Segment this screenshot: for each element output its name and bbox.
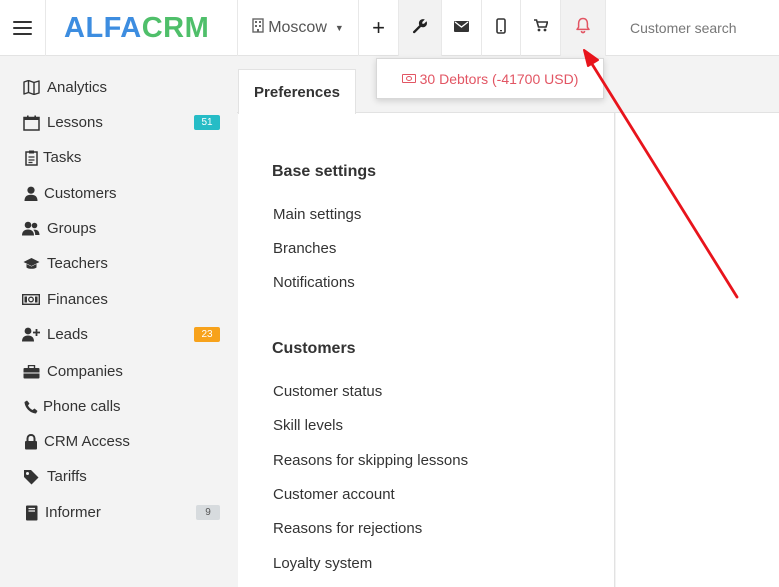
analytics-icon (22, 80, 40, 96)
sidebar-item-crm-access[interactable]: CRM Access (0, 424, 237, 459)
search-placeholder: Customer search (630, 20, 737, 36)
users-icon (22, 221, 40, 237)
top-bar: ALFACRM Moscow ▼ + Customer search (0, 0, 779, 56)
sidebar-item-label: Lessons (47, 114, 103, 131)
sidebar-item-label: CRM Access (44, 433, 130, 450)
plus-icon: + (372, 15, 385, 40)
shopping-cart-icon (533, 19, 549, 37)
user-icon (22, 186, 40, 202)
cart-button[interactable] (520, 0, 560, 56)
sidebar-item-finances[interactable]: Finances (0, 282, 237, 317)
logo-part-alfa: ALFA (64, 12, 142, 44)
right-empty-area (616, 113, 779, 587)
section-title-base-settings: Base settings (272, 163, 377, 180)
sidebar-item-informer[interactable]: Informer 9 (0, 495, 237, 530)
link-notifications[interactable]: Notifications (273, 274, 355, 291)
tag-icon (22, 469, 40, 485)
link-customer-status[interactable]: Customer status (273, 383, 382, 400)
link-main-settings[interactable]: Main settings (273, 206, 361, 223)
sidebar-item-label: Analytics (47, 79, 108, 96)
money-icon (22, 292, 40, 308)
link-loyalty-system[interactable]: Loyalty system (273, 555, 372, 572)
logo[interactable]: ALFACRM (64, 12, 209, 44)
phone-icon (22, 399, 40, 415)
lock-icon (22, 433, 40, 450)
branch-selector[interactable]: Moscow ▼ (237, 0, 358, 56)
envelope-icon (454, 19, 469, 37)
sidebar-item-label: Phone calls (43, 398, 121, 415)
sidebar-item-customers[interactable]: Customers (0, 176, 237, 211)
notifications-button[interactable] (560, 0, 605, 56)
sidebar-item-label: Groups (47, 220, 97, 237)
user-plus-icon (22, 327, 40, 343)
sidebar-item-companies[interactable]: Companies (0, 354, 237, 389)
sidebar-item-label: Tariffs (47, 468, 87, 485)
briefcase-icon (22, 364, 40, 380)
sidebar-item-teachers[interactable]: Teachers (0, 246, 237, 281)
tab-preferences[interactable]: Preferences (238, 69, 356, 114)
sidebar-item-tasks[interactable]: Tasks (0, 140, 237, 175)
branch-label: Moscow (268, 19, 327, 36)
link-reasons-rejections[interactable]: Reasons for rejections (273, 520, 422, 537)
sidebar-item-phone-calls[interactable]: Phone calls (0, 389, 237, 424)
mail-button[interactable] (441, 0, 481, 56)
section-title-customers: Customers (272, 340, 356, 357)
mobile-phone-icon (496, 17, 506, 39)
link-customer-account[interactable]: Customer account (273, 486, 395, 503)
link-branches[interactable]: Branches (273, 240, 336, 257)
money-icon (401, 74, 416, 83)
leads-count-badge: 23 (194, 327, 220, 342)
sidebar-item-analytics[interactable]: Analytics (0, 70, 237, 105)
informer-count-badge: 9 (196, 505, 220, 520)
logo-part-crm: CRM (141, 12, 210, 44)
add-button[interactable]: + (358, 0, 398, 56)
sidebar-item-leads[interactable]: Leads 23 (0, 317, 237, 352)
sidebar-item-label: Leads (47, 326, 88, 343)
building-icon (252, 18, 264, 38)
sidebar-item-label: Teachers (47, 255, 108, 272)
hamburger-menu-icon[interactable] (0, 0, 46, 56)
settings-button[interactable] (398, 0, 441, 56)
calendar-icon (22, 115, 40, 131)
notification-dropdown[interactable]: 30 Debtors (-41700 USD) (376, 58, 604, 99)
sidebar-item-label: Finances (47, 291, 108, 308)
link-skill-levels[interactable]: Skill levels (273, 417, 343, 434)
sidebar-item-groups[interactable]: Groups (0, 211, 237, 246)
graduation-cap-icon (22, 256, 40, 272)
sidebar-item-label: Tasks (43, 149, 82, 166)
link-reasons-skipping-lessons[interactable]: Reasons for skipping lessons (273, 452, 468, 469)
chevron-down-icon: ▼ (334, 23, 344, 33)
debtors-notification-text[interactable]: 30 Debtors (-41700 USD) (420, 71, 579, 87)
mobile-button[interactable] (481, 0, 520, 56)
customer-search-input[interactable]: Customer search (605, 0, 779, 56)
sidebar-item-label: Informer (45, 504, 101, 521)
lessons-count-badge: 51 (194, 115, 220, 130)
sidebar-item-label: Customers (44, 185, 117, 202)
bell-icon (575, 17, 591, 39)
clipboard-icon (22, 150, 40, 166)
sidebar-item-lessons[interactable]: Lessons 51 (0, 105, 237, 140)
book-icon (22, 505, 40, 521)
wrench-icon (412, 18, 428, 39)
sidebar-item-label: Companies (47, 363, 123, 380)
sidebar-item-tariffs[interactable]: Tariffs (0, 459, 237, 494)
